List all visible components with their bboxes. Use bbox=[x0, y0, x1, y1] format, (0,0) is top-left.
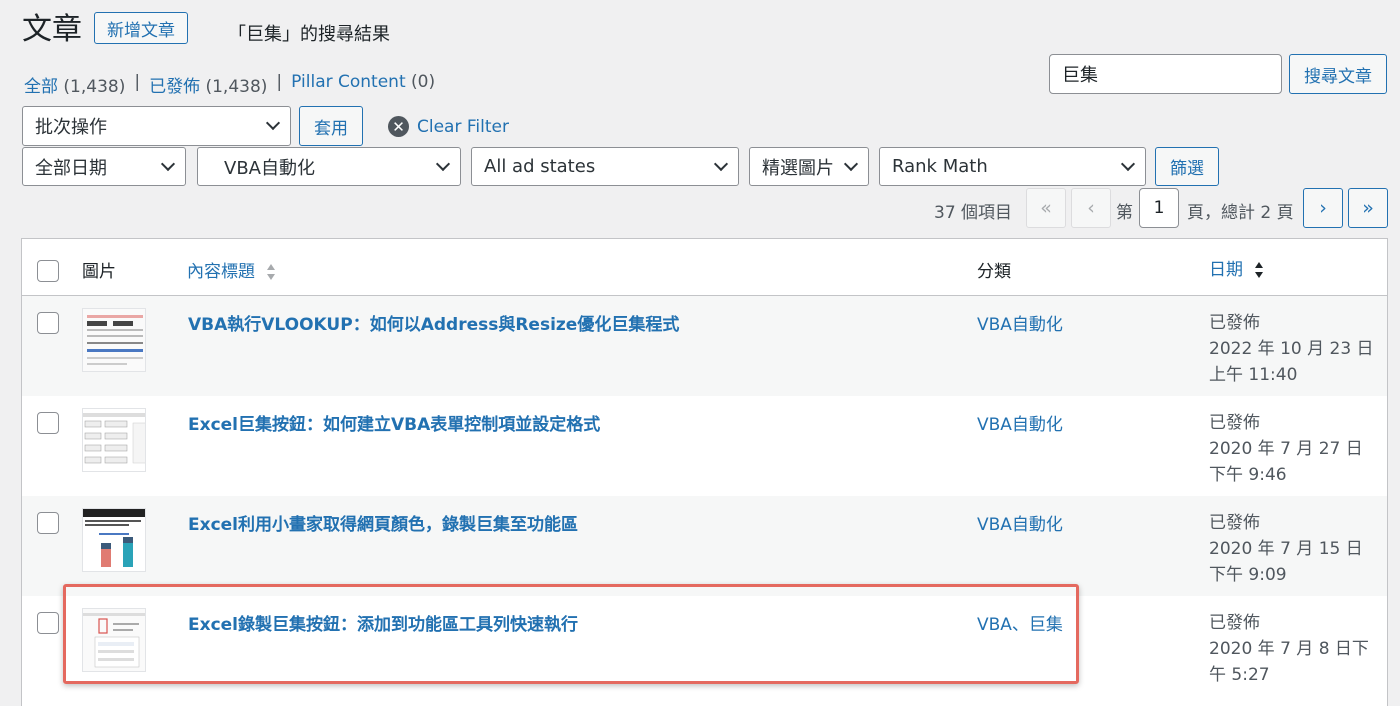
featured-image-filter-select[interactable]: 精選圖片 bbox=[749, 147, 869, 186]
last-page-button[interactable]: » bbox=[1348, 188, 1388, 228]
chart-thumbnail-icon bbox=[83, 509, 145, 571]
view-all-link[interactable]: 全部 (1,438) bbox=[24, 72, 125, 97]
page-title: 文章 bbox=[22, 12, 82, 47]
row-checkbox[interactable] bbox=[37, 312, 59, 334]
prev-page-button[interactable]: ‹ bbox=[1071, 188, 1111, 228]
post-thumbnail[interactable] bbox=[82, 308, 146, 372]
sort-icon bbox=[1255, 262, 1264, 278]
post-thumbnail[interactable] bbox=[82, 408, 146, 472]
column-image: 圖片 bbox=[82, 262, 116, 282]
apply-button[interactable]: 套用 bbox=[299, 106, 363, 146]
post-category-link[interactable]: VBA、巨集 bbox=[977, 610, 1063, 635]
view-separator: | bbox=[276, 72, 283, 92]
column-title-sortable[interactable]: 內容標題 bbox=[187, 257, 276, 282]
chevron-down-icon bbox=[1120, 156, 1136, 171]
posts-table: 圖片 內容標題 分類 日期 VBA執行VLOOKUP：如何以Address與Re… bbox=[21, 238, 1388, 706]
column-date-sortable[interactable]: 日期 bbox=[1209, 255, 1264, 280]
page-suffix: 頁，總計 2 頁 bbox=[1187, 203, 1294, 223]
post-status-views: 全部 (1,438) | 已發佈 (1,438) | Pillar Conten… bbox=[24, 72, 435, 97]
rank-math-filter-select[interactable]: Rank Math bbox=[879, 147, 1146, 186]
post-title-link[interactable]: Excel錄製巨集按鈕：添加到功能區工具列快速執行 bbox=[188, 610, 578, 635]
table-row: Excel利用小畫家取得網頁顏色，錄製巨集至功能區 VBA自動化 已發佈 202… bbox=[22, 496, 1387, 596]
view-separator: | bbox=[134, 72, 141, 92]
items-count: 37 個項目 bbox=[934, 203, 1013, 223]
chevron-down-icon bbox=[843, 156, 859, 171]
category-filter-select[interactable]: VBA自動化 bbox=[197, 147, 461, 186]
bulk-action-select[interactable]: 批次操作 bbox=[22, 106, 291, 146]
filter-button[interactable]: 篩選 bbox=[1155, 147, 1219, 186]
table-row: VBA執行VLOOKUP：如何以Address與Resize優化巨集程式 VBA… bbox=[22, 296, 1387, 396]
table-header: 圖片 內容標題 分類 日期 bbox=[22, 239, 1387, 296]
post-date: 已發佈 2020 年 7 月 27 日 下午 9:46 bbox=[1209, 413, 1363, 485]
sort-icon bbox=[267, 264, 276, 280]
select-all-checkbox[interactable] bbox=[37, 260, 59, 282]
spreadsheet-thumbnail-icon bbox=[83, 309, 145, 371]
row-checkbox[interactable] bbox=[37, 612, 59, 634]
post-date: 已發佈 2022 年 10 月 23 日 上午 11:40 bbox=[1209, 313, 1374, 385]
column-category: 分類 bbox=[977, 262, 1011, 282]
add-new-post-button[interactable]: 新增文章 bbox=[94, 12, 188, 44]
spreadsheet-thumbnail-icon bbox=[83, 409, 145, 471]
post-title-link[interactable]: Excel巨集按鈕：如何建立VBA表單控制項並設定格式 bbox=[188, 410, 600, 435]
ribbon-thumbnail-icon bbox=[83, 609, 145, 671]
row-checkbox[interactable] bbox=[37, 412, 59, 434]
search-results-subtitle: 「巨集」的搜尋結果 bbox=[228, 24, 390, 45]
row-checkbox[interactable] bbox=[37, 512, 59, 534]
first-page-button[interactable]: « bbox=[1026, 188, 1066, 228]
next-page-button[interactable]: › bbox=[1303, 188, 1343, 228]
post-category-link[interactable]: VBA自動化 bbox=[977, 410, 1063, 435]
post-category-link[interactable]: VBA自動化 bbox=[977, 510, 1063, 535]
close-circle-icon: ✕ bbox=[388, 116, 409, 137]
table-row: Excel巨集按鈕：如何建立VBA表單控制項並設定格式 VBA自動化 已發佈 2… bbox=[22, 396, 1387, 496]
chevron-down-icon bbox=[160, 156, 176, 171]
post-date: 已發佈 2020 年 7 月 8 日下 午 5:27 bbox=[1209, 613, 1369, 685]
post-category-link[interactable]: VBA自動化 bbox=[977, 310, 1063, 335]
post-thumbnail[interactable] bbox=[82, 608, 146, 672]
search-input[interactable] bbox=[1049, 54, 1282, 94]
page-prefix: 第 bbox=[1116, 203, 1133, 223]
search-posts-button[interactable]: 搜尋文章 bbox=[1289, 54, 1387, 94]
post-title-link[interactable]: Excel利用小畫家取得網頁顏色，錄製巨集至功能區 bbox=[188, 510, 578, 535]
post-thumbnail[interactable] bbox=[82, 508, 146, 572]
current-page-input[interactable] bbox=[1139, 188, 1179, 228]
ad-states-filter-select[interactable]: All ad states bbox=[471, 147, 739, 186]
table-row: Excel錄製巨集按鈕：添加到功能區工具列快速執行 VBA、巨集 已發佈 202… bbox=[22, 596, 1387, 696]
chevron-down-icon bbox=[713, 156, 729, 171]
chevron-down-icon bbox=[435, 156, 451, 171]
view-published-link[interactable]: 已發佈 (1,438) bbox=[149, 72, 267, 97]
date-filter-select[interactable]: 全部日期 bbox=[22, 147, 186, 186]
view-pillar-content-link[interactable]: Pillar Content (0) bbox=[291, 72, 435, 97]
post-date: 已發佈 2020 年 7 月 15 日 下午 9:09 bbox=[1209, 513, 1363, 585]
chevron-down-icon bbox=[265, 115, 281, 131]
clear-filter-link[interactable]: ✕ Clear Filter bbox=[388, 116, 509, 137]
post-title-link[interactable]: VBA執行VLOOKUP：如何以Address與Resize優化巨集程式 bbox=[188, 310, 679, 335]
